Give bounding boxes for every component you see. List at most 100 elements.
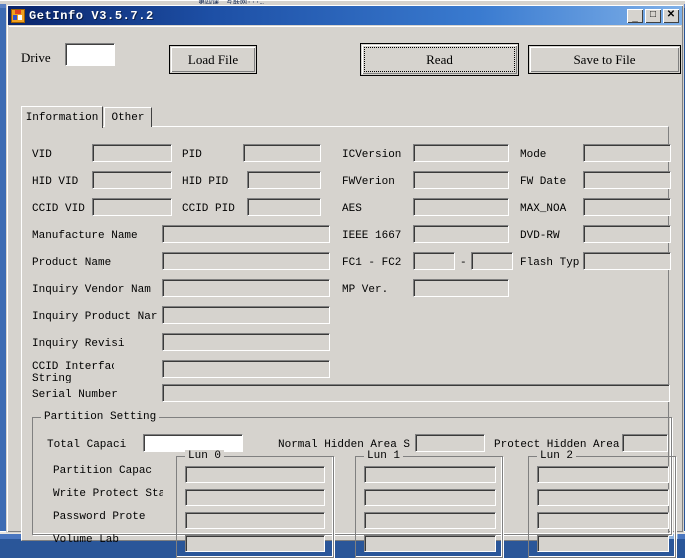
fc-separator: - (460, 257, 470, 269)
tab-information[interactable]: Information (21, 106, 103, 128)
icversion-label: ICVersion (342, 149, 422, 161)
close-icon: ✕ (663, 10, 679, 20)
read-label: Read (426, 52, 453, 68)
lun-2-write-protect-input[interactable] (537, 489, 669, 506)
read-button[interactable]: Read (360, 43, 519, 76)
icversion-input[interactable] (413, 144, 509, 162)
volume-label-label: Volume Lab (53, 534, 163, 546)
aes-label: AES (342, 203, 422, 215)
fwverion-input[interactable] (413, 171, 509, 189)
serial-number-label: Serial Number (32, 389, 162, 401)
inquiry-product-name-input[interactable] (162, 306, 330, 324)
lun-1-group: Lun 1 (355, 456, 503, 558)
window-title: GetInfo V3.5.7.2 (29, 9, 154, 23)
lun-1-partition-capacity-input[interactable] (364, 466, 496, 483)
lun-1-password-protect-input[interactable] (364, 512, 496, 529)
flash-type-input[interactable] (583, 252, 671, 270)
ccid-interface-string-label-line1: CCID Interface (32, 361, 114, 373)
lun-0-password-protect-input[interactable] (185, 512, 325, 529)
lun-0-write-protect-input[interactable] (185, 489, 325, 506)
partition-setting-title: Partition Setting (41, 411, 159, 423)
inquiry-vendor-name-input[interactable] (162, 279, 330, 297)
serial-number-input[interactable] (162, 384, 670, 402)
tab-other-label: Other (111, 112, 144, 124)
pid-label: PID (182, 149, 252, 161)
ccid-interface-string-label-line2: String (32, 373, 114, 383)
lun-0-group: Lun 0 (176, 456, 334, 558)
fc1-fc2-label: FC1 - FC2 (342, 257, 422, 269)
inquiry-revision-input[interactable] (162, 333, 330, 351)
normal-hidden-area-input[interactable] (415, 434, 485, 452)
password-protect-label: Password Prote (53, 511, 163, 523)
mp-ver-label: MP Ver. (342, 284, 422, 296)
flash-type-label: Flash Typ (520, 257, 590, 269)
fw-date-input[interactable] (583, 171, 671, 189)
drive-input[interactable] (65, 43, 115, 66)
manufacture-name-label: Manufacture Name (32, 230, 162, 242)
lun-2-volume-label-input[interactable] (537, 535, 669, 552)
save-to-file-label: Save to File (573, 52, 635, 68)
mp-ver-input[interactable] (413, 279, 509, 297)
ccid-interface-string-label: CCID Interface String (32, 361, 114, 383)
fc2-input[interactable] (471, 252, 513, 270)
lun-2-password-protect-input[interactable] (537, 512, 669, 529)
lun-1-write-protect-input[interactable] (364, 489, 496, 506)
load-file-button[interactable]: Load File (169, 45, 257, 74)
lun-1-volume-label-input[interactable] (364, 535, 496, 552)
save-to-file-button[interactable]: Save to File (528, 45, 681, 74)
hid-vid-input[interactable] (92, 171, 172, 189)
fw-date-label: FW Date (520, 176, 590, 188)
ieee-1667-input[interactable] (413, 225, 509, 243)
manufacture-name-input[interactable] (162, 225, 330, 243)
minimize-icon: _ (627, 13, 643, 23)
inquiry-vendor-name-label: Inquiry Vendor Nam (32, 284, 162, 296)
inquiry-product-name-label: Inquiry Product Nar (32, 311, 162, 323)
drive-label: Drive (21, 52, 65, 64)
aes-input[interactable] (413, 198, 509, 216)
ieee-1667-label: IEEE 1667 (342, 230, 422, 242)
total-capacity-label: Total Capaci (47, 439, 147, 451)
ccid-pid-input[interactable] (247, 198, 321, 216)
mode-label: Mode (520, 149, 590, 161)
dvd-rw-input[interactable] (583, 225, 671, 243)
ccid-pid-label: CCID PID (182, 203, 252, 215)
vid-input[interactable] (92, 144, 172, 162)
partition-capacity-label: Partition Capac (53, 465, 163, 477)
maximize-icon: □ (645, 10, 661, 20)
lun-0-title: Lun 0 (185, 450, 224, 462)
partition-setting-group: Partition Setting Total Capaci Normal Hi… (32, 417, 672, 535)
lun-2-title: Lun 2 (537, 450, 576, 462)
max-noa-label: MAX_NOA (520, 203, 590, 215)
product-name-label: Product Name (32, 257, 162, 269)
lun-2-partition-capacity-input[interactable] (537, 466, 669, 483)
minimize-button[interactable]: _ (627, 9, 643, 23)
mode-input[interactable] (583, 144, 671, 162)
app-icon (11, 9, 25, 23)
close-button[interactable]: ✕ (663, 9, 679, 23)
write-protect-status-label: Write Protect Sta (53, 488, 163, 500)
window-client-area: Drive Load File Read Save to File Inform… (9, 26, 681, 531)
fc1-input[interactable] (413, 252, 455, 270)
pid-input[interactable] (243, 144, 321, 162)
maximize-button[interactable]: □ (645, 9, 661, 23)
hid-pid-input[interactable] (247, 171, 321, 189)
load-file-label: Load File (188, 52, 238, 68)
lun-0-volume-label-input[interactable] (185, 535, 325, 552)
tab-information-label: Information (26, 112, 99, 124)
tab-other[interactable]: Other (104, 107, 152, 127)
lun-0-partition-capacity-input[interactable] (185, 466, 325, 483)
lun-2-group: Lun 2 (528, 456, 676, 558)
tab-page-information: VID HID VID CCID VID PID HID PID CCID PI… (21, 126, 669, 541)
product-name-input[interactable] (162, 252, 330, 270)
fwverion-label: FWVerion (342, 176, 422, 188)
ccid-vid-input[interactable] (92, 198, 172, 216)
dvd-rw-label: DVD-RW (520, 230, 590, 242)
ccid-interface-string-input[interactable] (162, 360, 330, 378)
lun-1-title: Lun 1 (364, 450, 403, 462)
hid-pid-label: HID PID (182, 176, 252, 188)
inquiry-revision-label: Inquiry Revisi (32, 338, 162, 350)
max-noa-input[interactable] (583, 198, 671, 216)
protect-hidden-area-input[interactable] (622, 434, 668, 452)
title-bar[interactable]: GetInfo V3.5.7.2 _ □ ✕ (8, 6, 682, 25)
getinfo-window: GetInfo V3.5.7.2 _ □ ✕ Drive Load File R… (6, 4, 684, 533)
